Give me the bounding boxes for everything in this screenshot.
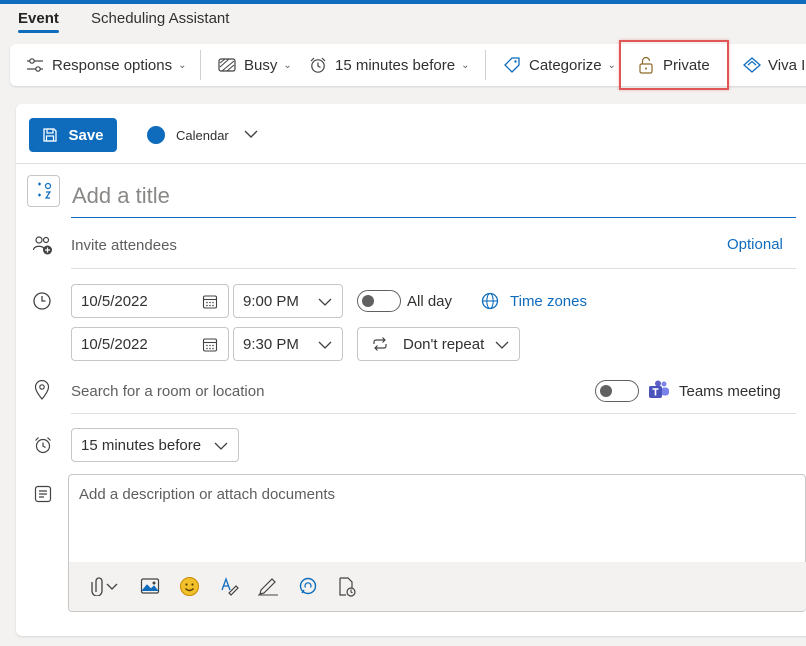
chevron-down-icon: [318, 298, 332, 306]
chevron-down-icon[interactable]: [243, 128, 259, 140]
time-zones-link[interactable]: Time zones: [510, 293, 587, 310]
all-day-label: All day: [407, 293, 453, 310]
location-pin-icon: [34, 380, 50, 400]
format-painter-icon[interactable]: [219, 576, 239, 596]
response-options-button[interactable]: Response options ⌄: [26, 44, 186, 86]
chevron-down-icon: [214, 442, 228, 450]
start-time-field[interactable]: 9:00 PM: [233, 284, 343, 318]
end-date-value: 10/5/2022: [81, 335, 148, 353]
command-ribbon: Response options ⌄ Busy ⌄ 15 minutes bef…: [10, 44, 806, 86]
ribbon-divider: [200, 50, 201, 80]
start-time-value: 9:00 PM: [243, 292, 299, 310]
title-icon-button[interactable]: [27, 175, 60, 207]
save-label: Save: [68, 126, 104, 144]
attach-icon[interactable]: [87, 576, 121, 596]
categorize-button[interactable]: Categorize ⌄: [503, 44, 616, 86]
calendar-color-dot: [147, 126, 165, 144]
chevron-down-icon: ⌄: [607, 59, 616, 71]
end-date-field[interactable]: 10/5/2022: [71, 327, 229, 361]
private-label: Private: [663, 56, 710, 74]
viva-label: Viva I: [768, 56, 806, 74]
categorize-label: Categorize: [529, 56, 602, 74]
header-divider: [16, 163, 806, 164]
start-date-field[interactable]: 10/5/2022: [71, 284, 229, 318]
ribbon-divider: [485, 50, 486, 80]
text-description-icon: [34, 485, 52, 503]
end-time-field[interactable]: 9:30 PM: [233, 327, 343, 361]
save-icon: [43, 128, 58, 142]
reminder-label: 15 minutes before: [335, 56, 456, 74]
viva-insights-button[interactable]: Viva I: [742, 44, 805, 86]
calendar-label[interactable]: Calendar: [176, 128, 229, 143]
ideas-icon: [37, 182, 51, 199]
chevron-down-icon: ⌄: [283, 59, 292, 71]
loop-component-icon[interactable]: [298, 576, 318, 596]
add-people-icon: [32, 236, 52, 255]
response-options-icon: [27, 58, 43, 72]
alarm-clock-icon: [310, 57, 326, 73]
reminder-dropdown[interactable]: 15 minutes before: [71, 428, 239, 462]
alarm-clock-icon: [35, 437, 51, 454]
busy-status-button[interactable]: Busy ⌄: [218, 44, 292, 86]
calendar-icon: [202, 338, 218, 352]
teams-icon: [649, 380, 669, 398]
location-input[interactable]: Search for a room or location: [71, 383, 264, 400]
calendar-icon: [202, 295, 218, 309]
signature-icon[interactable]: [257, 576, 279, 596]
chevron-down-icon: [318, 341, 332, 349]
response-options-label: Response options: [52, 56, 173, 74]
chevron-down-icon: [495, 341, 509, 349]
busy-icon: [218, 58, 236, 72]
globe-icon: [481, 292, 499, 310]
tag-icon: [504, 57, 520, 73]
more-apps-icon[interactable]: [337, 576, 357, 598]
chevron-down-icon: ⌄: [461, 59, 470, 71]
clock-icon: [33, 292, 51, 310]
chevron-down-icon: ⌄: [178, 59, 187, 71]
invite-attendees-input[interactable]: Invite attendees: [71, 237, 177, 254]
description-placeholder: Add a description or attach documents: [79, 486, 335, 503]
repeat-value: Don't repeat: [403, 335, 485, 353]
all-day-toggle[interactable]: [357, 290, 401, 312]
emoji-icon[interactable]: [179, 576, 200, 597]
tab-event[interactable]: Event: [18, 10, 59, 33]
tab-scheduling-assistant[interactable]: Scheduling Assistant: [91, 10, 229, 33]
start-date-value: 10/5/2022: [81, 292, 148, 310]
location-divider: [71, 413, 796, 414]
teams-meeting-toggle[interactable]: [595, 380, 639, 402]
save-button[interactable]: Save: [29, 118, 117, 152]
reminder-value: 15 minutes before: [81, 436, 202, 454]
reminder-button[interactable]: 15 minutes before ⌄: [309, 44, 469, 86]
private-button[interactable]: Private: [638, 44, 710, 86]
title-input[interactable]: [71, 174, 796, 218]
lock-open-icon: [639, 56, 653, 74]
end-time-value: 9:30 PM: [243, 335, 299, 353]
top-accent-bar: [0, 0, 806, 4]
viva-insights-icon: [743, 57, 761, 73]
repeat-icon: [373, 337, 387, 351]
insert-picture-icon[interactable]: [140, 576, 160, 596]
repeat-dropdown[interactable]: Don't repeat: [357, 327, 520, 361]
teams-meeting-label: Teams meeting: [679, 383, 781, 400]
optional-attendees-link[interactable]: Optional: [727, 236, 783, 253]
invite-divider: [71, 268, 796, 269]
busy-label: Busy: [244, 56, 278, 74]
